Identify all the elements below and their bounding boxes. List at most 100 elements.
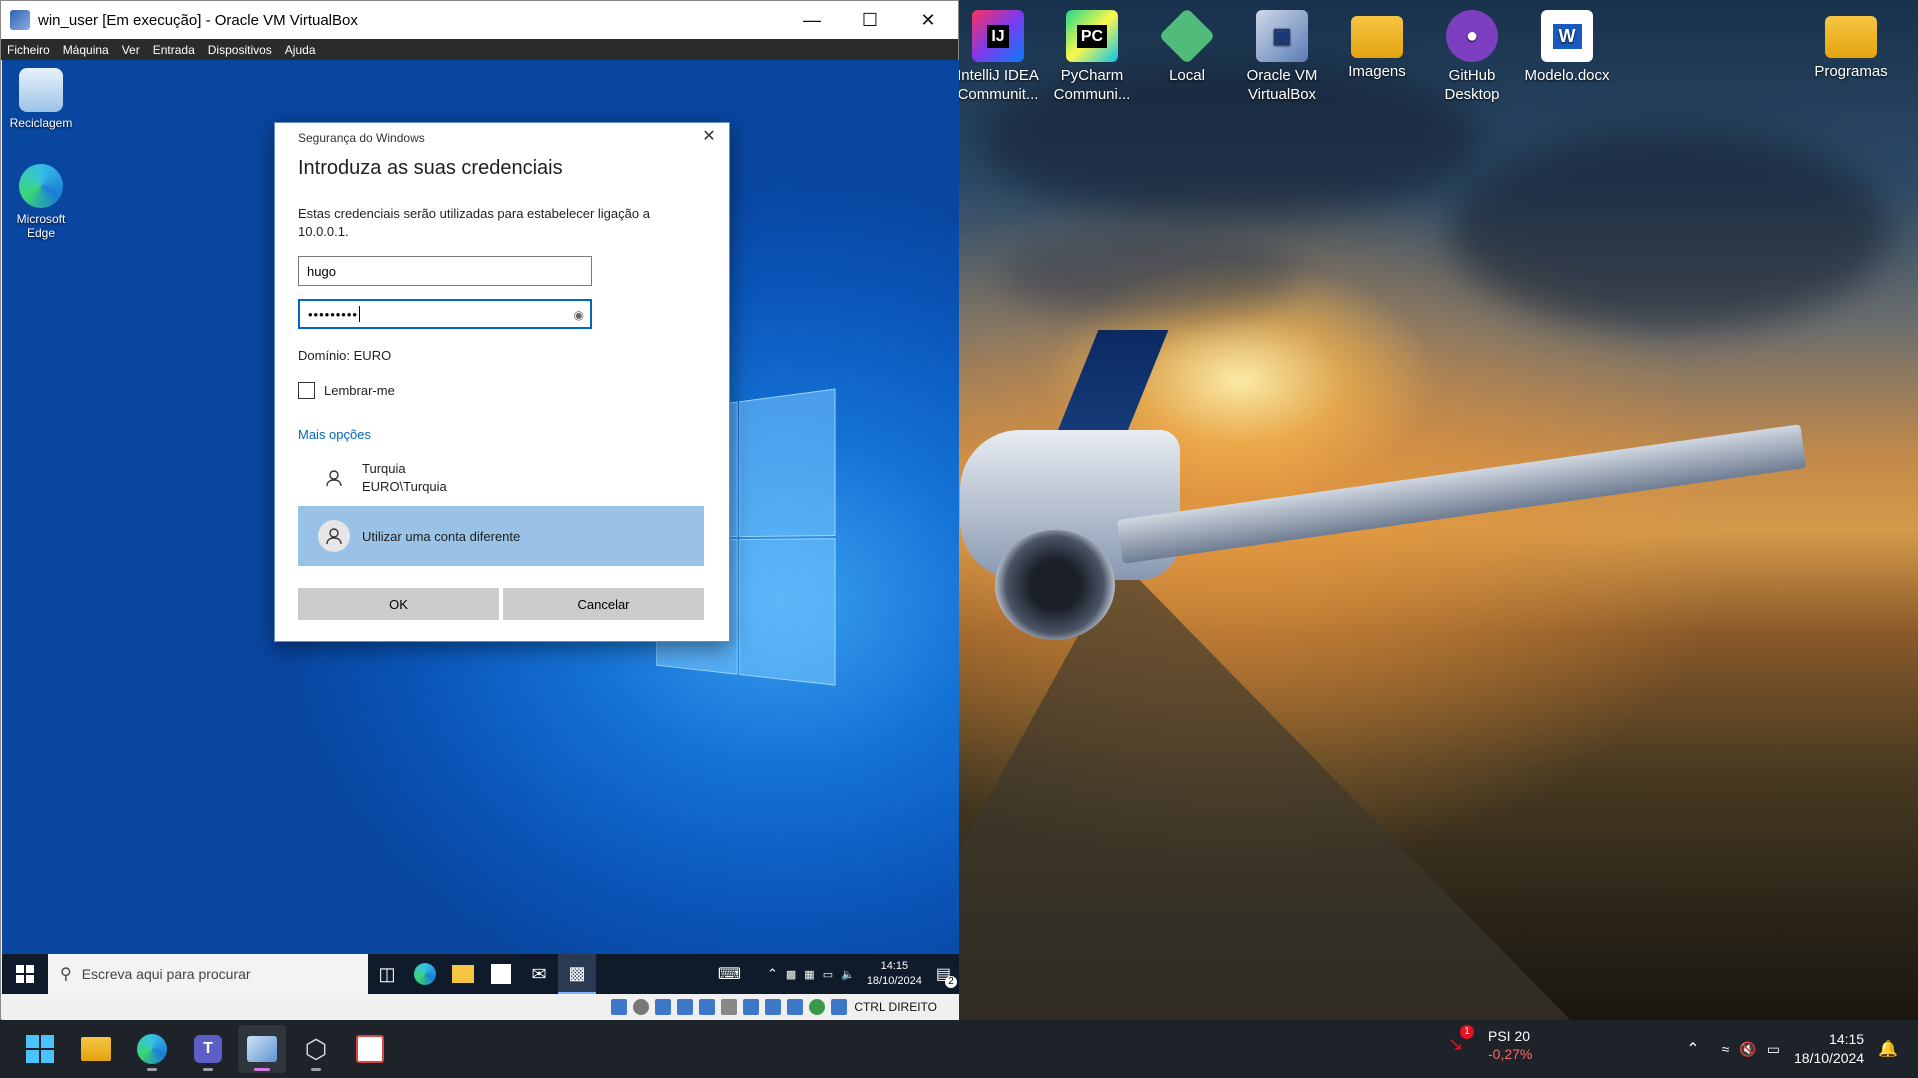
mail-icon[interactable]: ✉ [520, 954, 558, 994]
desktop-icon-pycharm[interactable]: PC PyCharm Communi... [1047, 4, 1137, 104]
search-icon: ⚲ [60, 966, 72, 983]
stock-widget[interactable]: 1 ↘ PSI 20 -0,27% [1448, 1025, 1532, 1063]
mouse-integration-icon[interactable] [809, 999, 826, 1015]
display-icon[interactable] [743, 999, 760, 1015]
dialog-close-icon[interactable]: ✕ [699, 127, 719, 147]
cancel-button[interactable]: Cancelar [503, 588, 704, 620]
vbox-window-title: win_user [Em execução] - Oracle VM Virtu… [38, 11, 358, 29]
intellij-icon: IJ [972, 10, 1024, 62]
user-icon [318, 462, 350, 494]
display-icon[interactable]: ▭ [823, 968, 833, 981]
chevron-up-icon[interactable]: ⌃ [767, 966, 778, 982]
desktop-icon-virtualbox[interactable]: ▣ Oracle VM VirtualBox [1237, 4, 1327, 104]
guest-desktop-icon-edge[interactable]: Microsoft Edge [6, 164, 76, 240]
ok-button[interactable]: OK [298, 588, 499, 620]
desktop-icon-programas[interactable]: Programas [1806, 4, 1896, 81]
remote-desktop-icon [247, 1036, 277, 1062]
menu-maquina[interactable]: Máquina [57, 43, 116, 57]
guest-start-button[interactable] [2, 954, 48, 994]
store-icon[interactable] [482, 954, 520, 994]
taskbar-teams[interactable]: T [184, 1025, 232, 1073]
password-field[interactable]: ••••••••• ◉ [298, 299, 592, 329]
notification-center-icon[interactable]: ▤ 2 [936, 964, 957, 988]
desktop-icon-intellij[interactable]: IJ IntelliJ IDEA Communit... [953, 4, 1043, 104]
taskbar-virtualbox[interactable]: ⬡ [292, 1025, 340, 1073]
volume-muted-icon[interactable]: 🔇 [1739, 1041, 1756, 1058]
wifi-icon[interactable]: ≈ [1722, 1041, 1730, 1057]
remote-desktop-icon[interactable]: ▩ [558, 954, 596, 994]
vbox-statusbar: CTRL DIREITO [2, 994, 959, 1020]
taskbar-file-explorer[interactable] [72, 1025, 120, 1073]
keyboard-icon[interactable]: ⌨ [718, 964, 741, 984]
taskbar-edge[interactable] [128, 1025, 176, 1073]
username-field[interactable]: hugo [298, 256, 592, 286]
network-icon[interactable]: ▦ [804, 968, 814, 981]
taskbar-snipping-tool[interactable] [346, 1025, 394, 1073]
windows-icon [26, 1035, 54, 1063]
domain-label: Domínio: EURO [298, 348, 392, 363]
word-icon: W [1541, 10, 1593, 62]
taskbar-remote-desktop[interactable] [238, 1025, 286, 1073]
runway-image [860, 560, 1580, 1030]
desktop-icon-local[interactable]: Local [1142, 4, 1232, 85]
battery-icon[interactable]: ▭ [1767, 1041, 1780, 1058]
menu-entrada[interactable]: Entrada [147, 43, 202, 57]
snipping-tool-icon [356, 1035, 384, 1063]
menu-ver[interactable]: Ver [116, 43, 147, 57]
recycle-bin-icon [19, 68, 63, 112]
minimize-button[interactable]: — [783, 1, 841, 39]
host-clock[interactable]: 14:15 18/10/2024 [1794, 1030, 1864, 1068]
guest-screen[interactable]: Reciclagem Microsoft Edge Segurança do W… [2, 60, 959, 992]
desktop-icon-modelo-docx[interactable]: W Modelo.docx [1522, 4, 1612, 85]
credentials-dialog: Segurança do Windows ✕ Introduza as suas… [274, 122, 730, 642]
menu-dispositivos[interactable]: Dispositivos [202, 43, 279, 57]
dialog-heading: Introduza as suas credenciais [298, 157, 563, 179]
menu-ficheiro[interactable]: Ficheiro [1, 43, 57, 57]
host-start-button[interactable] [16, 1025, 64, 1073]
menu-ajuda[interactable]: Ajuda [279, 43, 323, 57]
audio-icon[interactable] [655, 999, 672, 1015]
notification-bell-icon[interactable]: 🔔 [1878, 1039, 1898, 1059]
user-icon [318, 520, 350, 552]
airplane-wing-image [1116, 424, 1807, 564]
optical-drive-icon[interactable] [633, 999, 650, 1015]
more-options-link[interactable]: Mais opções [298, 427, 371, 442]
guest-search-box[interactable]: ⚲ Escreva aqui para procurar [48, 954, 368, 994]
network-adapter-icon[interactable] [677, 999, 694, 1015]
guest-taskbar: ⚲ Escreva aqui para procurar ◫ ✉ ▩ ⌨ ⌃ ▩… [2, 954, 959, 994]
cpu-icon[interactable] [787, 999, 804, 1015]
virtualbox-icon: ▣ [1256, 10, 1308, 62]
maximize-button[interactable]: ☐ [841, 1, 899, 39]
virtualbox-icon: ⬡ [304, 1033, 328, 1064]
desktop-icon-github[interactable]: ● GitHub Desktop [1427, 4, 1517, 104]
chevron-up-icon[interactable]: ⌃ [1686, 1039, 1699, 1059]
recording-icon[interactable] [765, 999, 782, 1015]
tray-icon[interactable]: ▩ [786, 968, 796, 981]
guest-system-tray: ⌨ ⌃ ▩ ▦ ▭ 🔈 14:15 18/10/2024 ▤ 2 [718, 954, 957, 994]
usb-icon[interactable] [699, 999, 716, 1015]
close-button[interactable]: ✕ [899, 1, 957, 39]
dialog-description: Estas credenciais serão utilizadas para … [298, 206, 650, 239]
desktop-icon-imagens[interactable]: Imagens [1332, 4, 1422, 81]
virtualbox-window: win_user [Em execução] - Oracle VM Virtu… [0, 0, 959, 1020]
checkbox-icon [298, 382, 315, 399]
stock-trend-icon: ↘ [1448, 1034, 1464, 1054]
keyboard-capture-icon[interactable] [831, 999, 848, 1015]
shared-folders-icon[interactable] [721, 999, 738, 1015]
dialog-window-title: Segurança do Windows [298, 131, 425, 145]
reveal-password-icon[interactable]: ◉ [574, 308, 584, 322]
edge-icon[interactable] [406, 954, 444, 994]
task-view-icon[interactable]: ◫ [368, 954, 406, 994]
hard-disk-icon[interactable] [611, 999, 628, 1015]
account-option-different[interactable]: Utilizar uma conta diferente [298, 506, 704, 566]
file-explorer-icon[interactable] [444, 954, 482, 994]
account-option-turquia[interactable]: Turquia EURO\Turquia [298, 454, 704, 502]
virtualbox-app-icon [10, 10, 30, 30]
vbox-menubar: Ficheiro Máquina Ver Entrada Dispositivo… [1, 39, 958, 60]
guest-clock[interactable]: 14:15 18/10/2024 [867, 959, 922, 989]
volume-icon[interactable]: 🔈 [841, 968, 855, 981]
remember-me-checkbox[interactable]: Lembrar-me [298, 382, 395, 399]
guest-desktop-icon-reciclagem[interactable]: Reciclagem [6, 68, 76, 130]
host-taskbar: T ⬡ 1 ↘ PSI 20 -0,27% [0, 1020, 1918, 1078]
host-key-label: CTRL DIREITO [854, 1000, 937, 1014]
